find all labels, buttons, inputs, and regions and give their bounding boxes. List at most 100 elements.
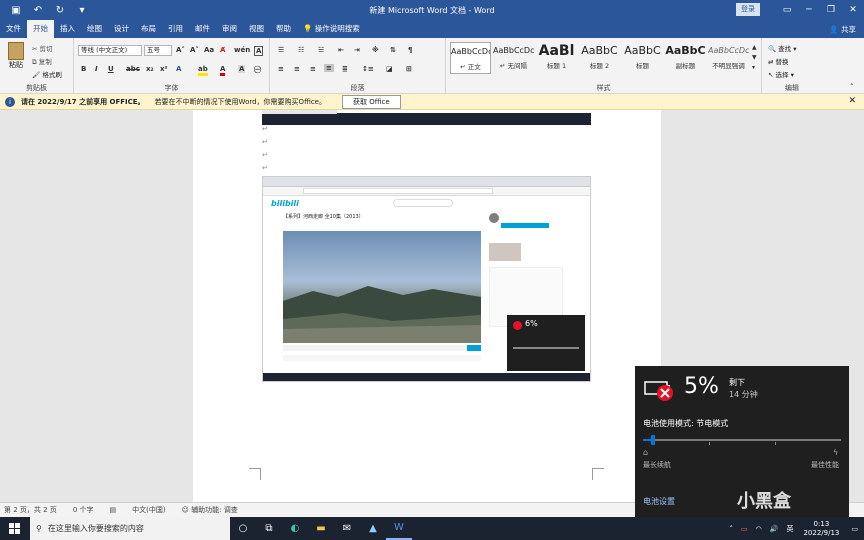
notification-icon[interactable]: ▭ <box>845 525 864 533</box>
power-mode-slider[interactable] <box>643 435 841 445</box>
restore-icon[interactable]: ❐ <box>820 0 842 20</box>
close-icon[interactable]: ✕ <box>842 0 864 20</box>
clear-format-icon[interactable]: A̸ <box>220 46 225 54</box>
multilevel-list-icon[interactable]: ☱ <box>318 46 324 54</box>
taskbar-search[interactable]: ⚲ 在这里输入你要搜索的内容 <box>30 517 230 540</box>
battery-settings-link[interactable]: 电池设置 <box>643 496 675 507</box>
tab-mailings[interactable]: 邮件 <box>189 20 216 38</box>
sort-icon[interactable]: ⇅ <box>390 46 396 54</box>
shading-icon[interactable]: ◪ <box>386 65 393 73</box>
distributed-icon[interactable]: ≣ <box>342 65 348 73</box>
bold-icon[interactable]: B <box>81 65 86 73</box>
numbering-icon[interactable]: ☷ <box>298 46 304 54</box>
save-icon[interactable]: ▣ <box>6 2 26 18</box>
volume-icon[interactable]: 🔊 <box>766 525 783 533</box>
task-view-icon[interactable]: ⧉ <box>256 517 282 540</box>
find-button[interactable]: 🔍 查找 ▾ <box>768 43 797 53</box>
decrease-indent-icon[interactable]: ⇤ <box>338 46 344 54</box>
copy-button[interactable]: ⧉ 复制 <box>32 56 52 67</box>
cut-button[interactable]: ✂ 剪切 <box>32 43 53 53</box>
infobar-close-icon[interactable]: ✕ <box>848 96 856 106</box>
style-subtitle[interactable]: AaBbC 副标题 <box>665 42 706 74</box>
tab-home[interactable]: 开始 <box>27 20 54 38</box>
subscript-icon[interactable]: x₂ <box>146 65 154 73</box>
underline-icon[interactable]: U <box>108 65 114 73</box>
tab-layout[interactable]: 布局 <box>135 20 162 38</box>
ribbon-display-icon[interactable]: ▭ <box>776 0 798 20</box>
change-case-icon[interactable]: Aa <box>204 46 214 54</box>
slider-thumb[interactable] <box>651 435 655 445</box>
line-spacing-icon[interactable]: ↕≡ <box>362 65 374 73</box>
tray-chevron-icon[interactable]: ˄ <box>726 525 738 533</box>
redo-icon[interactable]: ↻ <box>50 2 70 18</box>
embedded-screenshot[interactable]: bilibili 【系列】河西走廊 全10集（2013） 6% <box>262 176 591 382</box>
align-center-icon[interactable]: ≡ <box>294 65 300 73</box>
login-button[interactable]: 登录 <box>736 3 760 16</box>
font-color-icon[interactable]: A <box>220 65 226 76</box>
bullets-icon[interactable]: ☰ <box>278 46 284 54</box>
superscript-icon[interactable]: x² <box>160 65 168 73</box>
photos-icon[interactable]: ▲ <box>360 517 386 540</box>
tab-insert[interactable]: 插入 <box>54 20 81 38</box>
style-heading-2[interactable]: AaBbC 标题 2 <box>579 42 620 74</box>
style-subtle-emphasis[interactable]: AaBbCcDc 不明显强调 <box>708 42 749 74</box>
show-marks-icon[interactable]: ¶ <box>408 46 412 54</box>
italic-icon[interactable]: I <box>95 65 98 73</box>
shrink-font-icon[interactable]: A˅ <box>190 46 199 54</box>
word-count[interactable]: 0 个字 <box>73 505 94 515</box>
styles-scroll-down-icon[interactable]: ▼ <box>752 54 757 61</box>
edge-icon[interactable]: ◐ <box>282 517 308 540</box>
text-effects-icon[interactable]: A <box>176 65 181 73</box>
justify-icon[interactable]: ≡ <box>324 64 334 72</box>
replace-button[interactable]: ⇄ 替换 <box>768 56 789 66</box>
enclose-char-icon[interactable]: ㊀ <box>254 65 261 75</box>
strikethrough-icon[interactable]: abc <box>126 65 140 73</box>
format-painter-button[interactable]: 🖌 格式刷 <box>32 69 62 79</box>
font-size-combo[interactable]: 五号 <box>144 45 172 56</box>
wifi-icon[interactable]: ◠ <box>752 525 766 533</box>
chinese-layout-icon[interactable]: ※ <box>372 46 379 54</box>
cortana-icon[interactable]: ○ <box>230 517 256 540</box>
get-office-button[interactable]: 获取 Office <box>342 94 401 109</box>
tab-review[interactable]: 审阅 <box>216 20 243 38</box>
style-normal[interactable]: AaBbCcDc ↵ 正文 <box>450 42 491 74</box>
styles-more-icon[interactable]: ▾ <box>752 64 755 71</box>
tab-design[interactable]: 设计 <box>108 20 135 38</box>
grow-font-icon[interactable]: A˄ <box>176 46 185 54</box>
undo-icon[interactable]: ↶ <box>28 2 48 18</box>
phonetic-icon[interactable]: wén <box>234 46 250 54</box>
proofing-icon[interactable]: ▤ <box>110 506 117 514</box>
borders-icon[interactable]: ⊞ <box>406 65 412 73</box>
tab-help[interactable]: 帮助 <box>270 20 297 38</box>
tab-view[interactable]: 视图 <box>243 20 270 38</box>
increase-indent-icon[interactable]: ⇥ <box>354 46 360 54</box>
font-name-combo[interactable]: 等线 (中文正文) <box>78 45 142 56</box>
mail-icon[interactable]: ✉ <box>334 517 360 540</box>
tab-references[interactable]: 引用 <box>162 20 189 38</box>
tell-me-search[interactable]: 💡 操作说明搜索 <box>297 20 366 38</box>
select-button[interactable]: ↖ 选择 ▾ <box>768 69 794 79</box>
tab-file[interactable]: 文件 <box>0 20 27 38</box>
highlight-icon[interactable]: ab <box>198 65 208 76</box>
styles-scroll-up-icon[interactable]: ▲ <box>752 44 757 51</box>
page-count[interactable]: 第 2 页，共 2 页 <box>4 505 57 515</box>
align-left-icon[interactable]: ≡ <box>278 65 284 73</box>
customize-qat-icon[interactable]: ▾ <box>72 2 92 18</box>
style-no-spacing[interactable]: AaBbCcDc ↵ 无间隔 <box>493 42 534 74</box>
style-heading-1[interactable]: AaBl 标题 1 <box>536 42 577 74</box>
start-button[interactable] <box>0 517 30 540</box>
minimize-icon[interactable]: ─ <box>798 0 820 20</box>
share-button[interactable]: 👤 共享 <box>829 24 856 35</box>
accessibility-status[interactable]: ☺ 辅助功能: 调查 <box>182 505 238 515</box>
language-status[interactable]: 中文(中国) <box>132 505 165 515</box>
tab-draw[interactable]: 绘图 <box>81 20 108 38</box>
style-title[interactable]: AaBbC 标题 <box>622 42 663 74</box>
collapse-ribbon-icon[interactable]: ˄ <box>850 83 854 91</box>
char-border-icon[interactable]: A <box>254 46 264 56</box>
align-right-icon[interactable]: ≡ <box>310 65 316 73</box>
clock[interactable]: 0:13 2022/9/13 <box>797 520 845 538</box>
battery-tray-icon[interactable]: ▭ <box>737 525 752 533</box>
ime-indicator[interactable]: 英 <box>782 524 797 534</box>
char-shading-icon[interactable]: A <box>238 65 246 73</box>
paste-button[interactable]: 粘贴 <box>4 42 28 76</box>
